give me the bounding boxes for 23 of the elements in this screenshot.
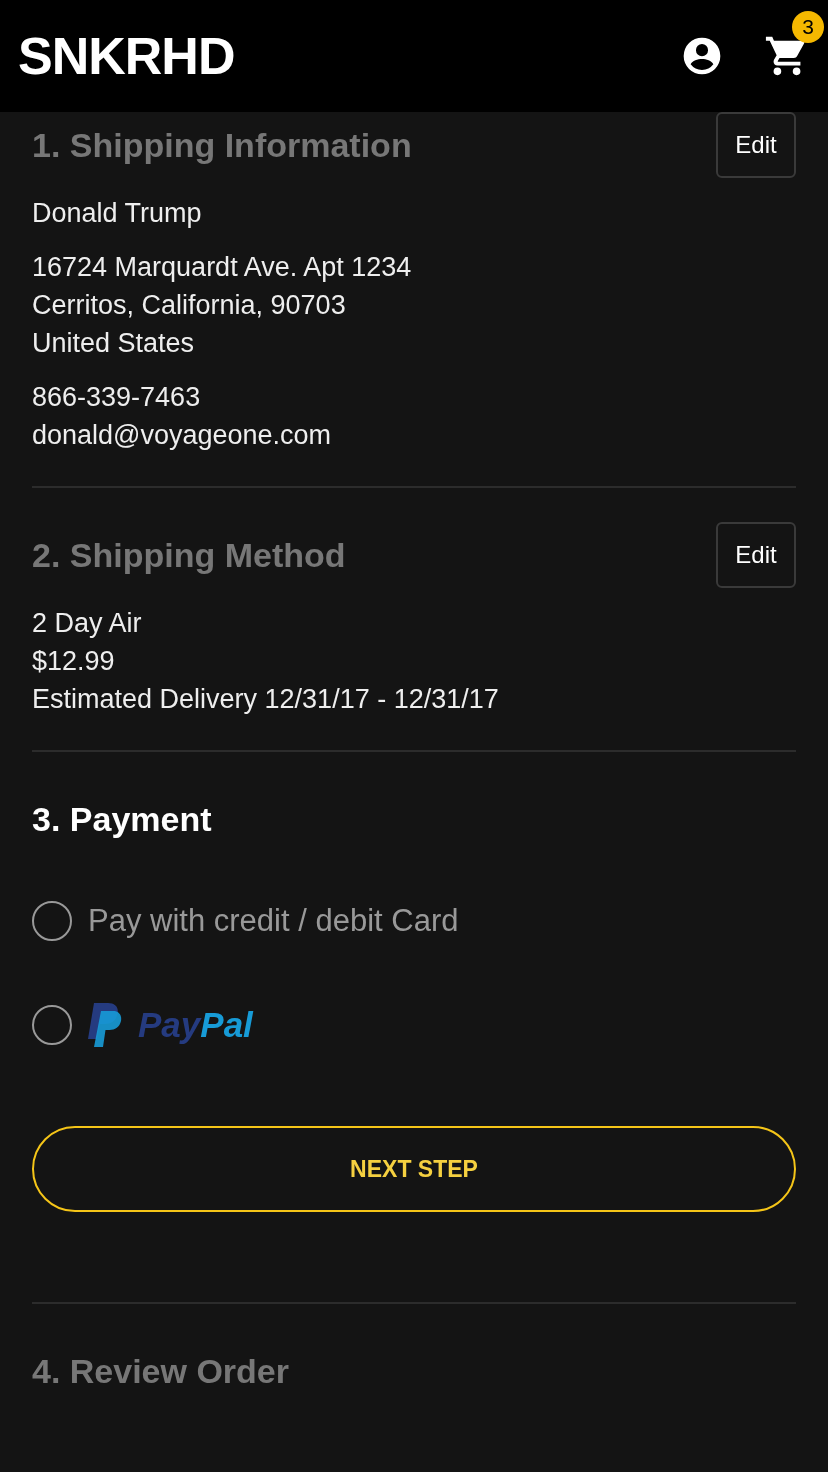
cart-count-badge: 3	[792, 11, 824, 43]
section-title: 2. Shipping Method	[32, 535, 346, 575]
info-text: 2 Day Air	[32, 607, 143, 640]
radio-button[interactable]	[32, 901, 72, 941]
paypal-p-icon	[88, 1003, 124, 1047]
radio-button[interactable]	[32, 1005, 72, 1045]
info-text: 16724 Marquardt Ave. Apt 1234	[32, 251, 413, 284]
edit-button[interactable]: Edit	[716, 112, 796, 178]
edit-button[interactable]: Edit	[716, 522, 796, 588]
option-label: Pay with credit / debit Card	[88, 903, 459, 939]
section-title: 3. Payment	[32, 799, 212, 839]
info-text: 866-339-7463	[32, 381, 202, 414]
info-text: Estimated Delivery 12/31/17 - 12/31/17	[32, 683, 500, 716]
info-text: Donald Trump	[32, 197, 203, 230]
info-text: $12.99	[32, 645, 116, 678]
logo[interactable]: SNKRHD	[18, 26, 235, 86]
section-title: 4. Review Order	[32, 1351, 289, 1391]
paypal-logo-text: PayPal	[138, 1005, 253, 1045]
info-text: donald@voyageone.com	[32, 419, 333, 452]
info-text: United States	[32, 327, 196, 360]
section-title: 1. Shipping Information	[32, 125, 412, 165]
next-step-button[interactable]: NEXT STEP	[32, 1126, 796, 1212]
info-text: Cerritos, California, 90703	[32, 289, 347, 322]
